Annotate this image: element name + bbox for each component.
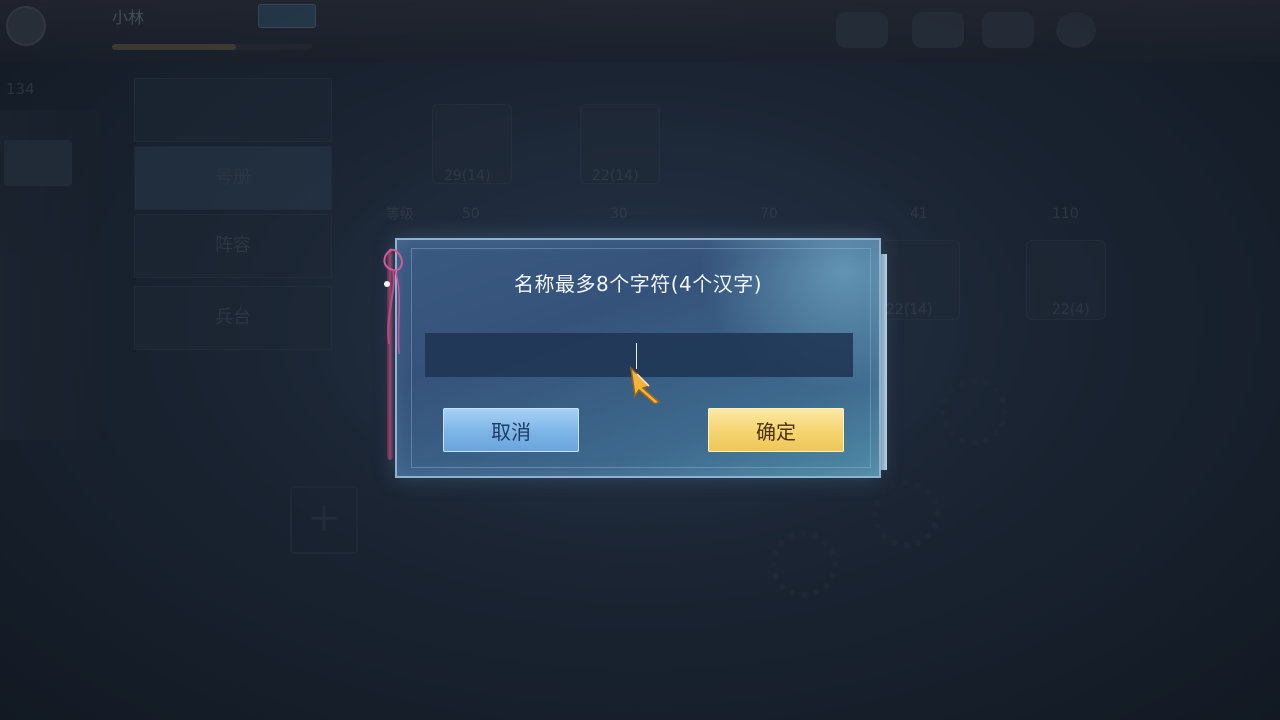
dialog-right-edge (881, 254, 887, 470)
slot-label: 29(14) (444, 168, 491, 184)
add-slot-icon: + (290, 486, 358, 554)
exp-bar-fill (112, 44, 236, 50)
level-label: 110 (1052, 206, 1079, 222)
level-label: 50 (462, 206, 480, 222)
menu-button-2: 兵台 (134, 286, 332, 350)
level-label: 等级 (386, 207, 414, 223)
player-avatar (6, 6, 46, 46)
menu-button-0: 号册 (134, 146, 332, 210)
gear-icon (872, 480, 940, 548)
arrow-cursor-icon (629, 365, 661, 404)
gear-icon (940, 378, 1008, 446)
slot-label: 22(14) (592, 168, 639, 184)
level-label: 70 (760, 206, 778, 222)
ribbon-decoration-icon (383, 248, 403, 355)
confirm-button[interactable]: 确定 (708, 408, 844, 452)
cloud-icon (836, 12, 888, 48)
level-label: 41 (910, 206, 928, 222)
slot-label: 22(14) (886, 302, 933, 318)
cancel-button[interactable]: 取消 (443, 408, 579, 452)
chest-icon (982, 12, 1034, 48)
game-screen: 小林 134 号册 阵容 兵台 29(14) 22(14) 22(14) 22(… (0, 0, 1280, 720)
player-name: 小林 (112, 8, 145, 27)
event-icon (1056, 12, 1096, 48)
side-value: 134 (6, 80, 35, 98)
menu-button-blank (134, 78, 332, 142)
exp-bar (112, 44, 312, 50)
gear-icon (770, 530, 838, 598)
slot-label: 22(4) (1052, 302, 1090, 318)
player-badge (258, 4, 316, 28)
left-side-tab (4, 140, 72, 186)
dialog-title: 名称最多8个字符(4个汉字) (513, 272, 763, 296)
menu-button-1: 阵容 (134, 214, 332, 278)
rename-dialog: 名称最多8个字符(4个汉字) 取消 确定 (383, 238, 887, 478)
level-label: 30 (610, 206, 628, 222)
gift-icon (912, 12, 964, 48)
